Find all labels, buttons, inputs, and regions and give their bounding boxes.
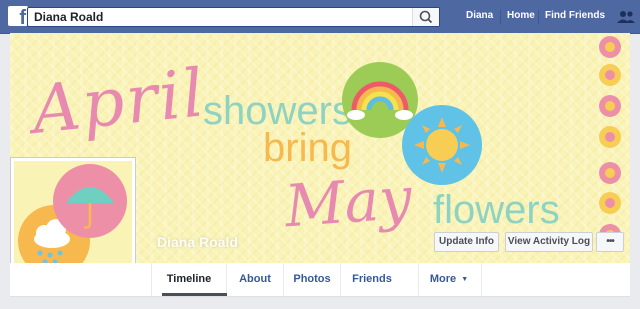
search-icon (419, 10, 433, 24)
tab-about[interactable]: About (227, 263, 283, 296)
facebook-logo-glyph: f (19, 7, 26, 29)
cover-word-flowers: flowers (433, 188, 560, 232)
tab-photos[interactable]: Photos (284, 263, 340, 296)
sun-icon (402, 105, 482, 185)
profile-picture-image (14, 161, 132, 279)
nav-find-friends-link[interactable]: Find Friends (545, 10, 605, 21)
tab-friends[interactable]: Friends (341, 263, 403, 296)
nav-home-link[interactable]: Home (507, 10, 535, 21)
chevron-down-icon: ▼ (461, 276, 469, 283)
update-info-button[interactable]: Update Info (434, 232, 499, 252)
profile-name[interactable]: Diana Roald (157, 234, 238, 250)
flower-border-decoration (599, 36, 621, 246)
nav-divider (500, 10, 501, 24)
profile-tabs-bar: Timeline About Photos Friends More ▼ (10, 263, 630, 297)
facebook-logo-icon[interactable]: f (8, 6, 28, 29)
tab-more-label: More (429, 273, 457, 285)
cover-word-bring: bring (263, 126, 352, 170)
nav-divider (538, 10, 539, 24)
cover-word-may: May (282, 163, 414, 241)
search-input[interactable] (34, 9, 414, 25)
top-navigation-bar: f Diana Home Find Friends (0, 0, 640, 34)
active-tab-indicator (162, 293, 227, 296)
search-box (27, 7, 440, 27)
search-button[interactable] (412, 8, 439, 26)
tab-timeline[interactable]: Timeline (152, 263, 226, 296)
more-options-button[interactable]: ••• (596, 232, 624, 252)
tab-more[interactable]: More ▼ (419, 263, 479, 296)
nav-profile-link[interactable]: Diana (466, 10, 493, 21)
umbrella-cloud-artwork (14, 161, 132, 279)
friend-requests-icon[interactable] (616, 10, 636, 24)
tab-divider (481, 263, 482, 296)
view-activity-log-button[interactable]: View Activity Log (505, 232, 593, 252)
